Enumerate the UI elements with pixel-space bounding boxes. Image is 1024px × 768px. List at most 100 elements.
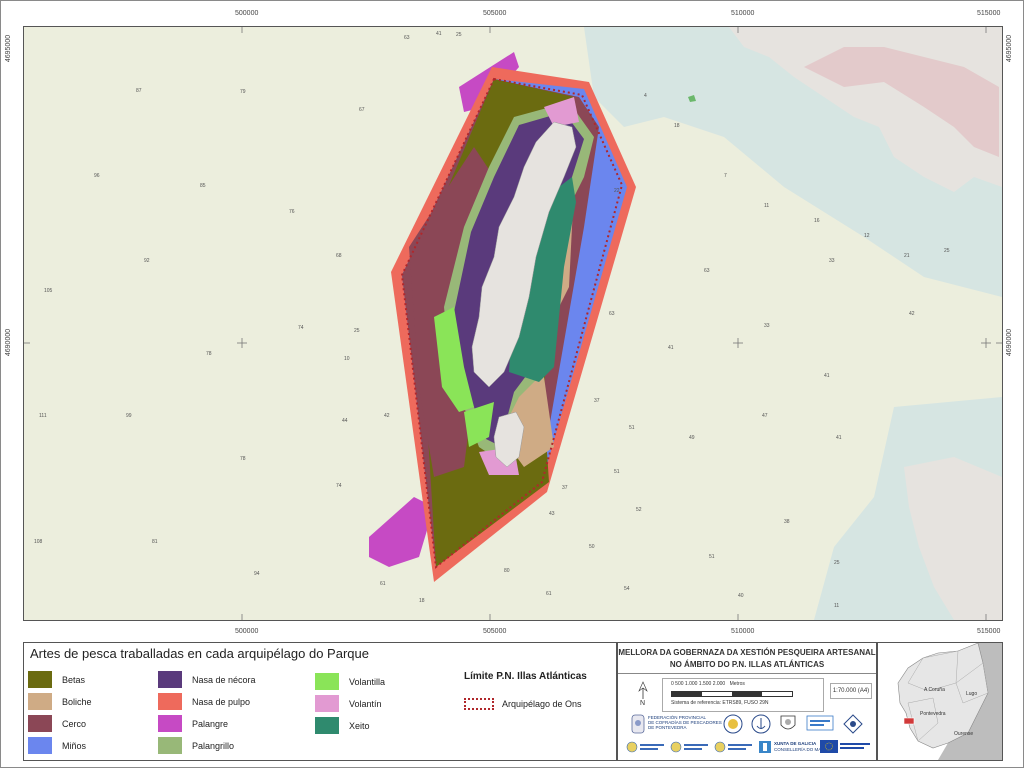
svg-text:43: 43 — [549, 511, 555, 517]
svg-text:63: 63 — [704, 268, 710, 274]
title-block: MELLORA DA GOBERNAZA DA XESTIÓN PESQUEIR… — [617, 642, 877, 761]
legend-item-boliche: Boliche — [28, 693, 92, 710]
eu-flag-icon — [820, 740, 838, 753]
svg-text:21: 21 — [904, 253, 910, 259]
svg-text:11: 11 — [834, 603, 839, 609]
svg-text:25: 25 — [354, 328, 360, 334]
svg-text:96: 96 — [94, 173, 100, 179]
svg-text:67: 67 — [359, 107, 365, 113]
svg-text:74: 74 — [336, 483, 342, 489]
svg-text:37: 37 — [562, 485, 568, 491]
scale-ticks: 0 500 1.000 1.500 2.000 — [671, 681, 726, 687]
legend-item-cerco: Cerco — [28, 715, 86, 732]
legend-label: Palangre — [192, 718, 229, 729]
coord-top-3: 510000 — [731, 10, 755, 17]
svg-text:41: 41 — [824, 373, 830, 379]
svg-text:81: 81 — [152, 539, 158, 545]
svg-text:108: 108 — [34, 539, 43, 545]
svg-text:92: 92 — [144, 258, 150, 264]
legend-item-palangrillo: Palangrillo — [158, 737, 234, 754]
svg-text:47: 47 — [762, 413, 768, 419]
legend-label: Betas — [62, 674, 86, 685]
legend-swatch — [158, 671, 182, 688]
anchor-seal-icon — [751, 714, 771, 734]
legend-label: Miños — [62, 740, 87, 751]
scale-ratio: 1:70.000 (A4) — [830, 683, 872, 699]
svg-text:16: 16 — [814, 218, 820, 224]
svg-text:38: 38 — [784, 519, 790, 525]
map-title-line2: NO ÁMBITO DO P.N. ILLAS ATLÁNTICAS — [669, 660, 825, 669]
svg-text:33: 33 — [829, 258, 835, 264]
legend-item-minos: Miños — [28, 737, 86, 754]
locator-highlight — [903, 717, 915, 725]
svg-text:25: 25 — [944, 248, 950, 254]
locator-label-coruna: A Coruña — [924, 687, 945, 693]
locator-canvas — [878, 643, 1002, 760]
legend-swatch — [158, 693, 182, 710]
legend-label: Nasa de pulpo — [192, 696, 251, 707]
north-label: N — [640, 700, 646, 707]
legend-swatch — [315, 717, 339, 734]
svg-text:40: 40 — [738, 593, 744, 599]
coord-top-2: 505000 — [483, 10, 507, 17]
svg-text:18: 18 — [674, 123, 680, 129]
svg-text:111: 111 — [39, 413, 47, 419]
svg-text:78: 78 — [206, 351, 212, 357]
svg-text:85: 85 — [200, 183, 206, 189]
legend-swatch — [158, 715, 182, 732]
legend-swatch — [28, 671, 52, 688]
coord-bottom-2: 505000 — [483, 628, 507, 635]
scale-labels: 0 500 1.000 1.500 2.000 Metros — [671, 681, 745, 687]
limit-block: Límite P.N. Illas Atlánticas Arquipélago… — [464, 671, 614, 721]
coord-bottom-4: 515000 — [977, 628, 1001, 635]
svg-text:50: 50 — [589, 544, 595, 550]
svg-text:42: 42 — [909, 311, 915, 317]
svg-text:51: 51 — [614, 469, 620, 475]
coord-left-2: 4690000 — [5, 328, 13, 357]
svg-text:41: 41 — [436, 31, 442, 37]
svg-text:54: 54 — [624, 586, 630, 592]
limit-title: Límite P.N. Illas Atlánticas — [464, 671, 587, 682]
partner-logo-icon — [806, 715, 834, 731]
north-arrow-icon: N — [628, 679, 658, 709]
map-title: MELLORA DA GOBERNAZA DA XESTIÓN PESQUEIR… — [618, 647, 876, 671]
legend-swatch — [28, 737, 52, 754]
svg-text:51: 51 — [629, 425, 635, 431]
legend-item-nasa-pulpo: Nasa de pulpo — [158, 693, 250, 710]
main-map[interactable]: 63 41 25 87 79 67 96 85 76 92 68 105 74 78 25 10 11… — [23, 26, 1003, 621]
map-title-line1: MELLORA DA GOBERNAZA DA XESTIÓN PESQUEIR… — [618, 648, 876, 657]
cofradia-logo-3-icon — [714, 741, 752, 753]
coord-bottom-1: 500000 — [235, 628, 259, 635]
logo-row-top: FEDERACIÓN PROVINCIAL DE COFRADÍAS DE PES… — [626, 711, 870, 737]
svg-text:61: 61 — [380, 581, 386, 587]
svg-text:49: 49 — [689, 435, 695, 441]
cofradia-logo-2-icon — [670, 741, 708, 753]
svg-text:76: 76 — [289, 209, 295, 215]
svg-text:63: 63 — [404, 35, 410, 41]
svg-text:22: 22 — [614, 188, 620, 194]
legend-swatch — [315, 695, 339, 712]
svg-text:87: 87 — [136, 88, 142, 94]
svg-text:11: 11 — [764, 203, 769, 209]
legend-swatch — [315, 673, 339, 690]
legend-item-volantilla: Volantilla — [315, 673, 385, 690]
locator-label-ourense: Ourense — [954, 731, 974, 737]
coord-bottom-3: 510000 — [731, 628, 755, 635]
limit-label: Arquipélago de Ons — [502, 699, 582, 709]
locator-map[interactable]: A Coruña Lugo Pontevedra Ourense — [877, 642, 1003, 761]
legend-label: Nasa de nécora — [192, 674, 256, 685]
coord-right-2: 4690000 — [1006, 328, 1014, 357]
legend-label: Cerco — [62, 718, 87, 729]
shield-crest-icon — [780, 715, 796, 730]
xunta-emblem-icon — [759, 741, 771, 753]
cofradia-logo-1-icon — [626, 741, 664, 753]
svg-text:41: 41 — [836, 435, 842, 441]
legend-panel: Artes de pesca traballadas en cada arqui… — [23, 642, 617, 761]
svg-text:12: 12 — [864, 233, 870, 239]
coord-left-1: 4695000 — [5, 34, 13, 63]
coord-top-1: 500000 — [235, 10, 259, 17]
federation-crest-icon — [631, 714, 645, 734]
legend-item-volantin: Volantín — [315, 695, 382, 712]
legend-item-palangre: Palangre — [158, 715, 228, 732]
svg-text:52: 52 — [636, 507, 642, 513]
